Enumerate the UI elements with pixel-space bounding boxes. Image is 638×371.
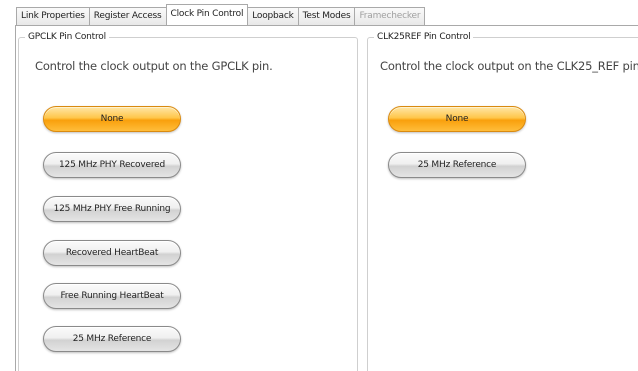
clk25ref-option-none-button[interactable]: None [388,106,526,132]
gpclk-option-125mhz-phy-recovered-button[interactable]: 125 MHz PHY Recovered [43,152,181,178]
clock-pin-control-window: Link Properties Register Access Clock Pi… [0,0,638,371]
gpclk-option-free-running-heartbeat-button[interactable]: Free Running HeartBeat [43,283,181,309]
gpclk-option-125mhz-phy-free-running-button[interactable]: 125 MHz PHY Free Running [43,196,181,222]
tab-test-modes[interactable]: Test Modes [297,7,356,25]
gpclk-option-25mhz-reference-button[interactable]: 25 MHz Reference [43,326,181,352]
gpclk-pin-control-group: GPCLK Pin Control Control the clock outp… [18,31,358,371]
clk25ref-pin-control-group: CLK25REF Pin Control Control the clock o… [367,31,638,371]
tab-content-panel: GPCLK Pin Control Control the clock outp… [15,25,638,371]
clk25ref-option-25mhz-reference-button[interactable]: 25 MHz Reference [388,152,526,178]
clk25ref-group-title: CLK25REF Pin Control [374,31,474,43]
clk25ref-description: Control the clock output on the CLK25_RE… [380,59,638,73]
tab-link-properties[interactable]: Link Properties [16,7,90,25]
gpclk-option-recovered-heartbeat-button[interactable]: Recovered HeartBeat [43,240,181,266]
tab-clock-pin-control[interactable]: Clock Pin Control [165,4,249,25]
tab-framechecker: Framechecker [354,7,426,25]
tab-loopback[interactable]: Loopback [247,7,299,25]
tab-register-access[interactable]: Register Access [88,7,167,25]
tab-strip: Link Properties Register Access Clock Pi… [16,4,426,25]
gpclk-option-none-button[interactable]: None [43,106,181,132]
gpclk-group-title: GPCLK Pin Control [25,31,109,43]
gpclk-description: Control the clock output on the GPCLK pi… [35,59,273,73]
